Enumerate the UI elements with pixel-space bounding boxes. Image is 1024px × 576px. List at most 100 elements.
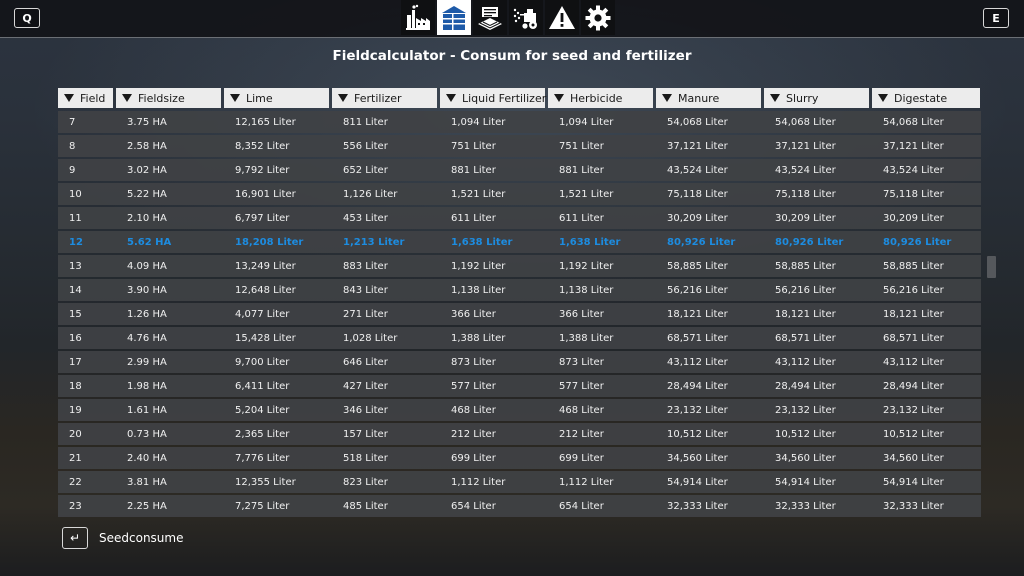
table-row[interactable]: 12 5.62 HA 18,208 Liter 1,213 Liter 1,638 Li… [58,231,981,253]
page-title: Fieldcalculator - Consum for seed and fe… [332,48,692,64]
table-cell-liquid-fertilizer: 1,638 Liter [451,236,513,248]
table-cell-fieldsize: 4.76 HA [127,332,167,344]
table-cell-fieldsize: 3.02 HA [127,164,167,176]
table-cell-herbicide: 468 Liter [559,404,604,416]
table-cell-slurry: 43,524 Liter [775,164,836,176]
tab-factory[interactable] [401,0,435,35]
table-cell-field: 8 [69,140,76,152]
column-header-fieldsize[interactable]: Fieldsize [116,88,221,108]
table-cell-fieldsize: 2.25 HA [127,500,167,512]
table-cell-slurry: 56,216 Liter [775,284,836,296]
table-cell-slurry: 34,560 Liter [775,452,836,464]
sprayer-tractor-icon [513,8,537,29]
table-cell-fertilizer: 1,213 Liter [343,236,405,248]
table-row[interactable]: 10 5.22 HA 16,901 Liter 1,126 Liter 1,521 Li… [58,183,981,205]
silo-icon [442,5,466,30]
table-cell-lime: 15,428 Liter [235,332,296,344]
table-cell-slurry: 43,112 Liter [775,356,836,368]
column-header-manure[interactable]: Manure [656,88,761,108]
scrollbar-thumb[interactable] [987,256,996,278]
table-cell-field: 23 [69,500,82,512]
table-cell-field: 22 [69,476,82,488]
table-row[interactable]: 9 3.02 HA 9,792 Liter 652 Liter 881 Liter 881… [58,159,981,181]
table-cell-field: 19 [69,404,82,416]
table-row[interactable]: 11 2.10 HA 6,797 Liter 453 Liter 611 Liter 61… [58,207,981,229]
table-cell-manure: 54,068 Liter [667,116,728,128]
table-cell-digestate: 54,914 Liter [883,476,944,488]
sort-arrow-icon [122,94,132,102]
table-cell-slurry: 75,118 Liter [775,188,836,200]
table-row[interactable]: 21 2.40 HA 7,776 Liter 518 Liter 699 Liter 69… [58,447,981,469]
table-cell-digestate: 37,121 Liter [883,140,944,152]
table-row[interactable]: 16 4.76 HA 15,428 Liter 1,028 Liter 1,388 Li… [58,327,981,349]
table-cell-manure: 43,524 Liter [667,164,728,176]
column-header-fertilizer[interactable]: Fertilizer [332,88,437,108]
table-cell-digestate: 68,571 Liter [883,332,944,344]
prev-page-key-button[interactable]: Q [14,8,40,28]
table-row[interactable]: 8 2.58 HA 8,352 Liter 556 Liter 751 Liter 751… [58,135,981,157]
field-consumption-table: Field Fieldsize Lime Fertilizer Liquid F… [58,88,981,519]
factory-icon [406,4,430,30]
table-cell-lime: 7,776 Liter [235,452,290,464]
table-cell-lime: 13,249 Liter [235,260,296,272]
table-cell-herbicide: 366 Liter [559,308,604,320]
table-cell-slurry: 18,121 Liter [775,308,836,320]
table-cell-fieldsize: 5.62 HA [127,236,172,248]
table-row[interactable]: 14 3.90 HA 12,648 Liter 843 Liter 1,138 Lite… [58,279,981,301]
table-row[interactable]: 20 0.73 HA 2,365 Liter 157 Liter 212 Liter 21… [58,423,981,445]
table-cell-fertilizer: 1,028 Liter [343,332,398,344]
table-cell-manure: 30,209 Liter [667,212,728,224]
column-header-lime[interactable]: Lime [224,88,329,108]
column-header-field[interactable]: Field [58,88,113,108]
table-row[interactable]: 17 2.99 HA 9,700 Liter 646 Liter 873 Liter 87… [58,351,981,373]
table-cell-manure: 18,121 Liter [667,308,728,320]
table-cell-liquid-fertilizer: 1,521 Liter [451,188,506,200]
table-row[interactable]: 19 1.61 HA 5,204 Liter 346 Liter 468 Liter 46… [58,399,981,421]
table-row[interactable]: 22 3.81 HA 12,355 Liter 823 Liter 1,112 Lite… [58,471,981,493]
table-cell-manure: 56,216 Liter [667,284,728,296]
table-cell-manure: 10,512 Liter [667,428,728,440]
table-cell-field: 20 [69,428,82,440]
table-cell-slurry: 37,121 Liter [775,140,836,152]
table-cell-herbicide: 881 Liter [559,164,604,176]
table-cell-fieldsize: 0.73 HA [127,428,167,440]
table-row[interactable]: 7 3.75 HA 12,165 Liter 811 Liter 1,094 Liter… [58,111,981,133]
column-header-herbicide[interactable]: Herbicide [548,88,653,108]
table-cell-field: 17 [69,356,82,368]
table-cell-fieldsize: 3.75 HA [127,116,167,128]
column-header-digestate[interactable]: Digestate [872,88,980,108]
table-cell-slurry: 23,132 Liter [775,404,836,416]
table-cell-digestate: 18,121 Liter [883,308,944,320]
next-page-key-button[interactable]: E [983,8,1009,28]
tab-silo[interactable] [437,0,471,35]
footer-action: ↵ Seedconsume [62,527,183,549]
tab-settings[interactable] [581,0,615,35]
table-cell-digestate: 43,524 Liter [883,164,944,176]
table-cell-slurry: 58,885 Liter [775,260,836,272]
seedconsume-action-label[interactable]: Seedconsume [99,531,183,545]
table-cell-liquid-fertilizer: 577 Liter [451,380,496,392]
table-cell-digestate: 58,885 Liter [883,260,944,272]
table-row[interactable]: 13 4.09 HA 13,249 Liter 883 Liter 1,192 Lite… [58,255,981,277]
column-header-liquid-fertilizer[interactable]: Liquid Fertilizer [440,88,546,108]
table-cell-fertilizer: 843 Liter [343,284,388,296]
table-cell-liquid-fertilizer: 873 Liter [451,356,496,368]
table-row[interactable]: 15 1.26 HA 4,077 Liter 271 Liter 366 Liter 36… [58,303,981,325]
enter-key-icon[interactable]: ↵ [62,527,88,549]
sort-arrow-icon [230,94,240,102]
column-header-slurry[interactable]: Slurry [764,88,869,108]
table-row[interactable]: 23 2.25 HA 7,275 Liter 485 Liter 654 Liter 65… [58,495,981,517]
table-row[interactable]: 18 1.98 HA 6,411 Liter 427 Liter 577 Liter 57… [58,375,981,397]
tab-warning[interactable] [545,0,579,35]
tab-sprayer[interactable] [509,0,543,35]
sort-arrow-icon [770,94,780,102]
table-cell-fieldsize: 1.26 HA [127,308,167,320]
table-cell-field: 7 [69,116,76,128]
table-cell-herbicide: 751 Liter [559,140,604,152]
table-cell-lime: 4,077 Liter [235,308,290,320]
warning-icon [549,5,575,29]
table-cell-lime: 6,797 Liter [235,212,290,224]
table-body: 7 3.75 HA 12,165 Liter 811 Liter 1,094 Liter… [58,111,981,517]
tab-field-seed[interactable] [473,0,507,35]
table-cell-manure: 23,132 Liter [667,404,728,416]
